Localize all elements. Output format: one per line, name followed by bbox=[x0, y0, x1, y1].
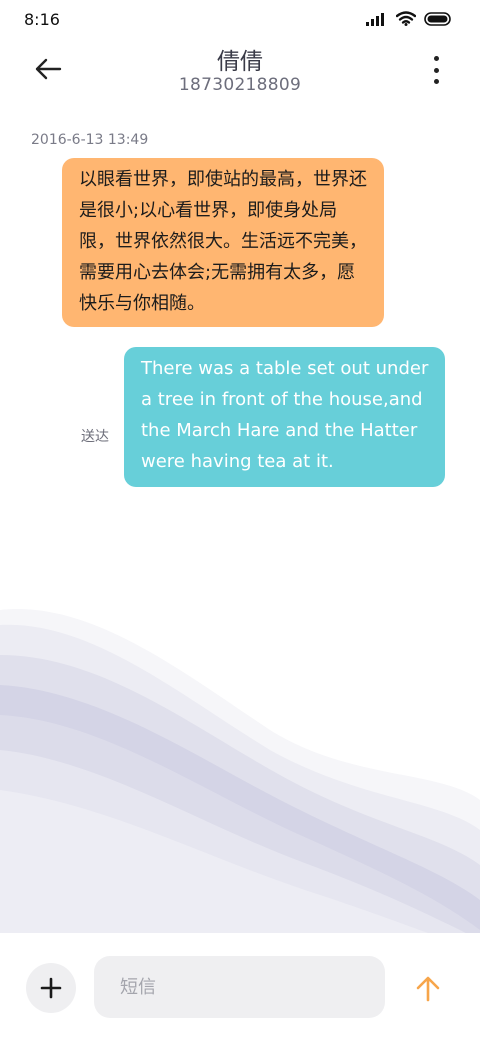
status-bar: 8:16 bbox=[0, 0, 480, 40]
more-vertical-icon bbox=[433, 56, 439, 61]
contact-name: 倩倩 bbox=[217, 49, 263, 75]
add-attachment-button[interactable] bbox=[26, 963, 76, 1013]
signal-icon bbox=[366, 12, 384, 26]
more-options-button[interactable] bbox=[426, 56, 446, 84]
wifi-icon bbox=[396, 11, 416, 26]
outgoing-message-bubble[interactable]: There was a table set out under a tree i… bbox=[124, 347, 445, 487]
contact-number: 18730218809 bbox=[178, 75, 302, 95]
incoming-message-bubble[interactable]: 以眼看世界，即使站的最高，世界还是很小;以心看世界，即使身处局限，世界依然很大。… bbox=[62, 158, 384, 327]
more-vertical-icon bbox=[433, 67, 439, 73]
send-button[interactable] bbox=[410, 971, 446, 1007]
status-icons bbox=[366, 11, 452, 26]
message-composer bbox=[0, 933, 480, 1040]
message-timestamp: 2016-6-13 13:49 bbox=[31, 132, 149, 148]
arrow-up-icon bbox=[416, 976, 440, 1002]
conversation-header: 倩倩 18730218809 bbox=[0, 40, 480, 110]
sms-input[interactable] bbox=[94, 956, 385, 1018]
battery-icon bbox=[424, 11, 451, 26]
status-time: 8:16 bbox=[24, 10, 60, 29]
delivery-status: 送达 bbox=[81, 429, 109, 445]
plus-icon bbox=[40, 977, 62, 999]
wave-background bbox=[0, 609, 480, 940]
more-vertical-icon bbox=[433, 79, 439, 84]
